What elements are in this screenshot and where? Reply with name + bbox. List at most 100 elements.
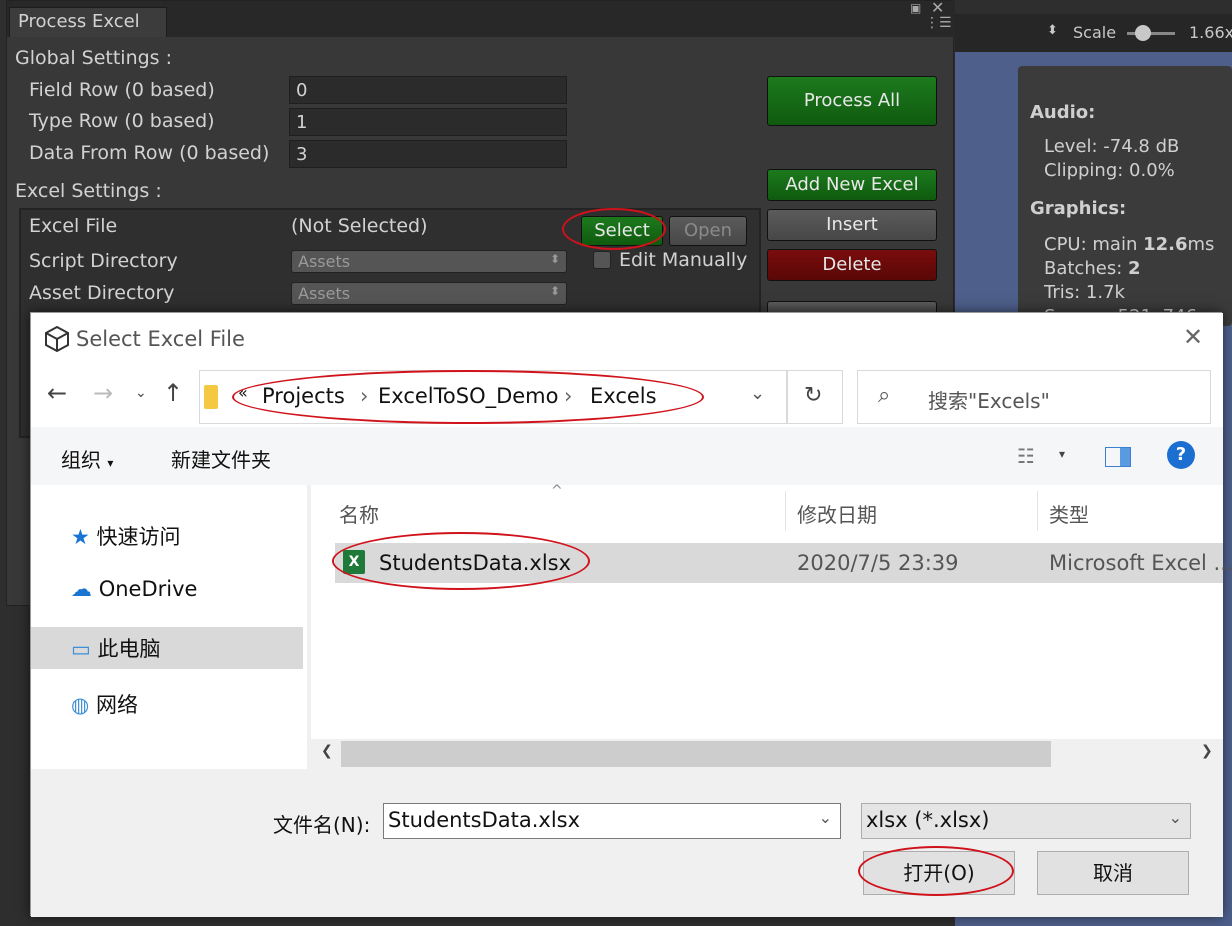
scale-value: 1.66x (1189, 23, 1232, 42)
close-icon[interactable]: ✕ (1183, 323, 1203, 351)
data-from-row-input[interactable]: 3 (289, 140, 567, 168)
dropdown-arrow-icon: ⬍ (549, 284, 560, 298)
dialog-footer: 文件名(N): StudentsData.xlsx ⌄ xlsx (*.xlsx… (31, 769, 1223, 917)
forward-arrow-icon[interactable]: → (93, 379, 113, 407)
breadcrumb-overflow[interactable]: « (238, 383, 248, 402)
file-date: 2020/7/5 23:39 (797, 551, 959, 575)
add-new-excel-button[interactable]: Add New Excel (767, 169, 937, 201)
game-view-toolbar: ⬍ Scale 1.66x (955, 14, 1232, 52)
dialog-title-bar: Select Excel File ✕ (31, 313, 1223, 365)
sidebar-item-network[interactable]: ◍ 网络 (71, 689, 138, 719)
breadcrumb-projects[interactable]: Projects (262, 384, 345, 408)
star-icon: ★ (71, 525, 90, 549)
sidebar-item-onedrive[interactable]: ☁ OneDrive (71, 577, 197, 601)
back-arrow-icon[interactable]: ← (47, 379, 67, 407)
filename-label: 文件名(N): (273, 813, 371, 837)
navigation-pane: ★ 快速访问 ☁ OneDrive ▭ 此电脑 ◍ 网络 (31, 485, 307, 769)
window-menu-icon[interactable]: ⋮☰ (925, 15, 952, 31)
tab-process-excel[interactable]: Process Excel (9, 7, 167, 37)
preview-pane-icon[interactable] (1105, 447, 1131, 467)
sort-ascending-icon: ^ (551, 483, 563, 499)
file-list-pane: ^ 名称 修改日期 类型 X StudentsData.xlsx 2020/7/… (311, 483, 1232, 769)
file-name: StudentsData.xlsx (379, 551, 572, 575)
file-type: Microsoft Excel ... (1049, 551, 1232, 575)
dropdown-arrow-icon: ▾ (107, 456, 114, 470)
type-row-label: Type Row (0 based) (29, 110, 215, 132)
column-header-type[interactable]: 类型 (1049, 499, 1089, 528)
asset-directory-dropdown[interactable]: Assets ⬍ (291, 282, 567, 305)
breadcrumb-separator-icon: › (360, 384, 369, 408)
unity-logo-icon (45, 326, 69, 352)
up-arrow-icon[interactable]: ↑ (163, 379, 183, 407)
sidebar-item-this-pc[interactable]: ▭ 此电脑 (71, 633, 161, 663)
field-row-input[interactable]: 0 (289, 76, 567, 104)
scroll-left-icon[interactable]: ❮ (321, 743, 333, 759)
dropdown-arrow-icon: ⬍ (549, 252, 560, 266)
excel-file-label: Excel File (29, 215, 118, 237)
column-divider (1037, 491, 1038, 531)
audio-clipping: Clipping: 0.0% (1044, 160, 1175, 181)
scale-slider-thumb[interactable] (1135, 25, 1151, 41)
audio-heading: Audio: (1030, 102, 1096, 123)
address-dropdown-icon[interactable]: ⌄ (750, 383, 765, 404)
stats-panel: Audio: Level: -74.8 dB Clipping: 0.0% Gr… (1018, 66, 1232, 327)
asset-directory-label: Asset Directory (29, 282, 175, 304)
cancel-button[interactable]: 取消 (1037, 851, 1189, 895)
dropdown-arrow-icon[interactable]: ▾ (1059, 447, 1065, 461)
scale-label: Scale (1073, 23, 1117, 42)
help-icon[interactable]: ? (1167, 441, 1195, 469)
script-directory-value: Assets (298, 252, 351, 271)
asset-directory-value: Assets (298, 284, 351, 303)
new-folder-button[interactable]: 新建文件夹 (171, 444, 271, 473)
breadcrumb-exceltoso-demo[interactable]: ExcelToSO_Demo (378, 384, 559, 408)
edit-manually-checkbox[interactable] (593, 251, 611, 269)
folder-icon (204, 385, 218, 409)
address-bar[interactable]: « Projects › ExcelToSO_Demo › Excels ⌄ (199, 370, 787, 424)
delete-button[interactable]: Delete (767, 249, 937, 281)
view-options-icon[interactable]: ☷ (1017, 444, 1035, 468)
search-input[interactable]: ⌕ 搜索"Excels" (857, 370, 1211, 424)
filename-value: StudentsData.xlsx (388, 808, 581, 832)
spinner-arrows-icon[interactable]: ⬍ (1047, 23, 1058, 38)
select-button[interactable]: Select (581, 216, 663, 246)
search-icon: ⌕ (878, 383, 891, 408)
filename-input[interactable]: StudentsData.xlsx ⌄ (383, 803, 841, 839)
open-file-button[interactable]: 打开(O) (863, 851, 1015, 895)
script-directory-dropdown[interactable]: Assets ⬍ (291, 250, 567, 273)
audio-level: Level: -74.8 dB (1044, 136, 1180, 157)
recent-locations-chevron-icon[interactable]: ⌄ (135, 385, 147, 401)
graphics-heading: Graphics: (1030, 198, 1127, 219)
column-header-name[interactable]: 名称 (339, 499, 379, 528)
batches-stat: Batches: 2 (1044, 258, 1141, 279)
open-button[interactable]: Open (669, 216, 747, 246)
horizontal-scrollbar[interactable]: ❮ ❯ (311, 739, 1223, 769)
cloud-icon: ☁ (71, 577, 92, 601)
dropdown-arrow-icon: ⌄ (1168, 808, 1182, 827)
excel-settings-label: Excel Settings : (15, 180, 162, 202)
computer-icon: ▭ (71, 637, 91, 661)
file-row[interactable]: X StudentsData.xlsx 2020/7/5 23:39 Micro… (335, 543, 1232, 583)
scrollbar-thumb[interactable] (341, 741, 1051, 767)
maximize-icon[interactable]: ▣ (910, 1, 921, 15)
network-icon: ◍ (71, 693, 90, 717)
process-all-button[interactable]: Process All (767, 76, 937, 126)
type-row-input[interactable]: 1 (289, 108, 567, 136)
command-bar: 组织 ▾ 新建文件夹 ☷ ▾ ? (31, 427, 1223, 485)
search-placeholder: 搜索"Excels" (928, 389, 1050, 413)
filetype-select[interactable]: xlsx (*.xlsx) ⌄ (861, 803, 1191, 839)
filetype-value: xlsx (*.xlsx) (866, 808, 990, 832)
tris-stat: Tris: 1.7k (1044, 282, 1125, 303)
sidebar-item-quick-access[interactable]: ★ 快速访问 (71, 521, 181, 551)
insert-button[interactable]: Insert (767, 209, 937, 241)
dropdown-arrow-icon[interactable]: ⌄ (819, 808, 832, 827)
dialog-title: Select Excel File (76, 327, 245, 351)
refresh-button[interactable]: ↻ (787, 370, 843, 424)
script-directory-label: Script Directory (29, 250, 178, 272)
column-header-date[interactable]: 修改日期 (797, 499, 877, 528)
window-tab-bar: Process Excel ▣ ✕ ⋮☰ (7, 0, 955, 37)
organize-menu[interactable]: 组织 ▾ (61, 444, 113, 473)
excel-file-icon: X (343, 550, 365, 574)
refresh-icon: ↻ (804, 383, 823, 408)
breadcrumb-excels[interactable]: Excels (590, 384, 657, 408)
scroll-right-icon[interactable]: ❯ (1201, 743, 1213, 759)
